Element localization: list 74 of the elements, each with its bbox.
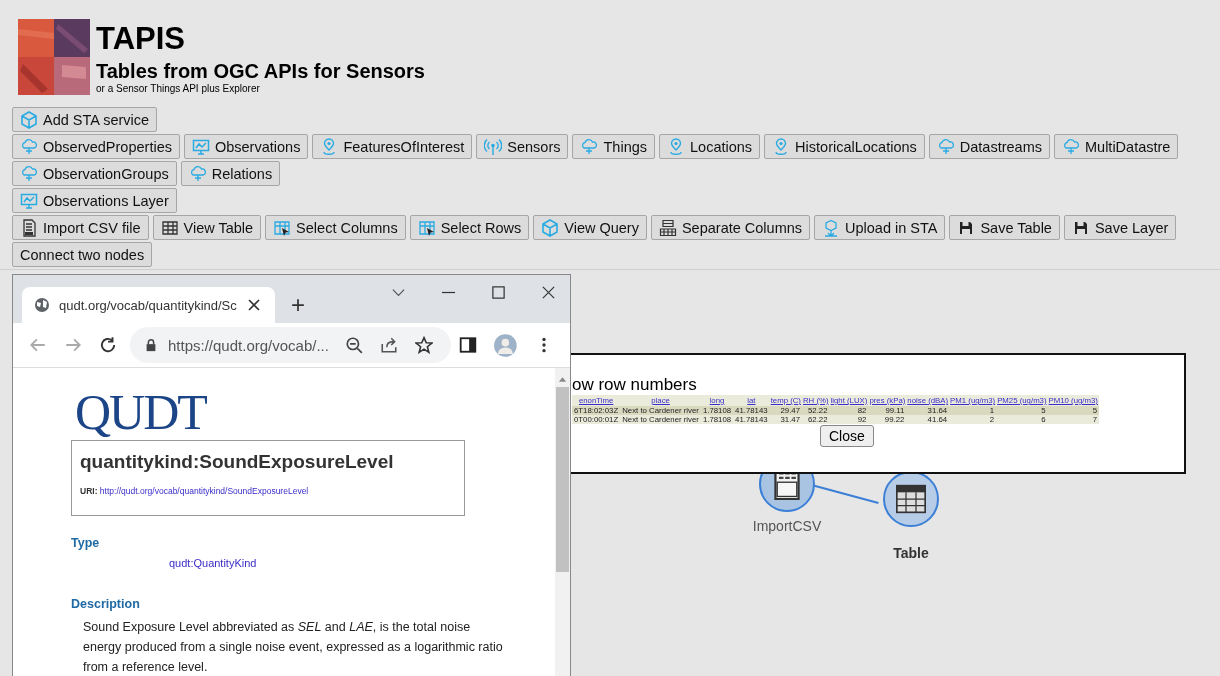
cloud-icon xyxy=(20,137,38,156)
toolbar-button[interactable]: ObservationGroups xyxy=(12,161,177,186)
app-tagline: or a Sensor Things API plus Explorer xyxy=(96,83,260,95)
monitor-chart-icon xyxy=(20,191,38,210)
cloud-icon xyxy=(936,137,955,156)
table-icon xyxy=(160,218,179,237)
toolbar-button[interactable]: HistoricalLocations xyxy=(764,134,925,159)
maximize-icon[interactable] xyxy=(491,285,506,300)
scroll-up-icon[interactable] xyxy=(558,375,567,383)
toolbar-button[interactable]: Select Columns xyxy=(265,215,406,240)
section-heading: Type xyxy=(71,536,100,550)
description-text: Sound Exposure Level abbreviated as SEL and LAE, is the total noise energy produced from a single noise event, expressed as a logarithmic ratio from a reference level. xyxy=(83,619,504,676)
cloud-icon xyxy=(20,164,38,183)
toolbar-button[interactable]: Save Layer xyxy=(1063,215,1177,240)
uri-label: URI: xyxy=(80,486,98,496)
app-subtitle: Tables from OGC APIs for Sensors xyxy=(96,59,425,83)
share-icon[interactable] xyxy=(379,336,398,354)
browser-tab[interactable]: qudt.org/vocab/quantitykind/Sc xyxy=(22,287,275,323)
toolbar-button[interactable]: Import CSV file xyxy=(12,215,149,240)
csv-file-icon xyxy=(20,218,38,237)
scrollbar-thumb[interactable] xyxy=(556,387,569,572)
toolbar-button[interactable]: Relations xyxy=(180,161,281,186)
toolbar-button[interactable]: Observations Layer xyxy=(12,188,177,213)
close-icon[interactable] xyxy=(245,297,262,313)
side-panel-icon[interactable] xyxy=(459,336,478,354)
section-heading: Description xyxy=(71,597,140,611)
close-icon[interactable] xyxy=(541,285,556,300)
scrollbar[interactable] xyxy=(555,368,570,676)
reload-icon[interactable] xyxy=(99,336,117,354)
new-tab-button[interactable]: + xyxy=(291,291,305,319)
qudt-logo: QUDT xyxy=(75,388,206,436)
page-heading: quantitykind:SoundExposureLevel xyxy=(80,451,395,473)
toolbar-button[interactable]: Sensors xyxy=(476,134,569,159)
toolbar-button[interactable]: Add STA service xyxy=(12,107,158,132)
grid-icon xyxy=(658,218,677,237)
toolbar-button[interactable]: Save Table xyxy=(949,215,1060,240)
toolbar-button[interactable]: MultiDatastre xyxy=(1054,134,1179,159)
cloud-icon xyxy=(1062,137,1080,156)
star-icon[interactable] xyxy=(414,336,433,354)
toolbar-button[interactable]: ObservedProperties xyxy=(12,134,180,159)
lock-icon xyxy=(144,338,158,352)
toolbar-button[interactable]: Separate Columns xyxy=(650,215,811,240)
zoom-out-icon[interactable] xyxy=(344,336,363,354)
toolbar-button[interactable]: Connect two nodes xyxy=(12,242,153,267)
toolbar-button[interactable]: FeaturesOfInterest xyxy=(312,134,473,159)
close-button[interactable]: Close xyxy=(820,425,874,447)
location-pin-icon xyxy=(667,137,685,156)
antenna-icon xyxy=(484,137,503,156)
toolbar-button[interactable]: Things xyxy=(572,134,655,159)
monitor-chart-icon xyxy=(191,137,210,156)
toolbar-button[interactable]: Datastreams xyxy=(928,134,1050,159)
toolbar-button[interactable]: View Query xyxy=(533,215,647,240)
dialog-title: ow row numbers xyxy=(572,375,697,395)
cube-icon xyxy=(541,218,560,237)
tab-title: qudt.org/vocab/quantitykind/Sc xyxy=(59,297,237,313)
table-pointer-icon xyxy=(273,218,292,237)
graph-node[interactable] xyxy=(883,471,939,527)
address-bar[interactable]: https://qudt.org/vocab/... xyxy=(130,327,452,363)
toolbar-button[interactable]: Upload in STA xyxy=(814,215,946,240)
cloud-icon xyxy=(580,137,599,156)
table-icon xyxy=(896,483,926,515)
node-label: ImportCSV xyxy=(751,518,823,534)
app-title: TAPIS xyxy=(96,20,185,58)
toolbar-button[interactable]: Observations xyxy=(183,134,309,159)
table-pointer-icon xyxy=(417,218,436,237)
node-label: Table xyxy=(892,545,930,561)
type-link[interactable]: qudt:QuantityKind xyxy=(169,557,257,569)
cloud-icon xyxy=(188,164,207,183)
globe-icon xyxy=(34,297,50,313)
toolbar-button[interactable]: View Table xyxy=(152,215,262,240)
uri-link[interactable]: http://qudt.org/vocab/quantitykind/SoundExposureLevel xyxy=(99,486,309,496)
cube-icon xyxy=(20,110,38,129)
toolbar-button[interactable]: Select Rows xyxy=(409,215,530,240)
toolbar-button[interactable]: Locations xyxy=(659,134,761,159)
